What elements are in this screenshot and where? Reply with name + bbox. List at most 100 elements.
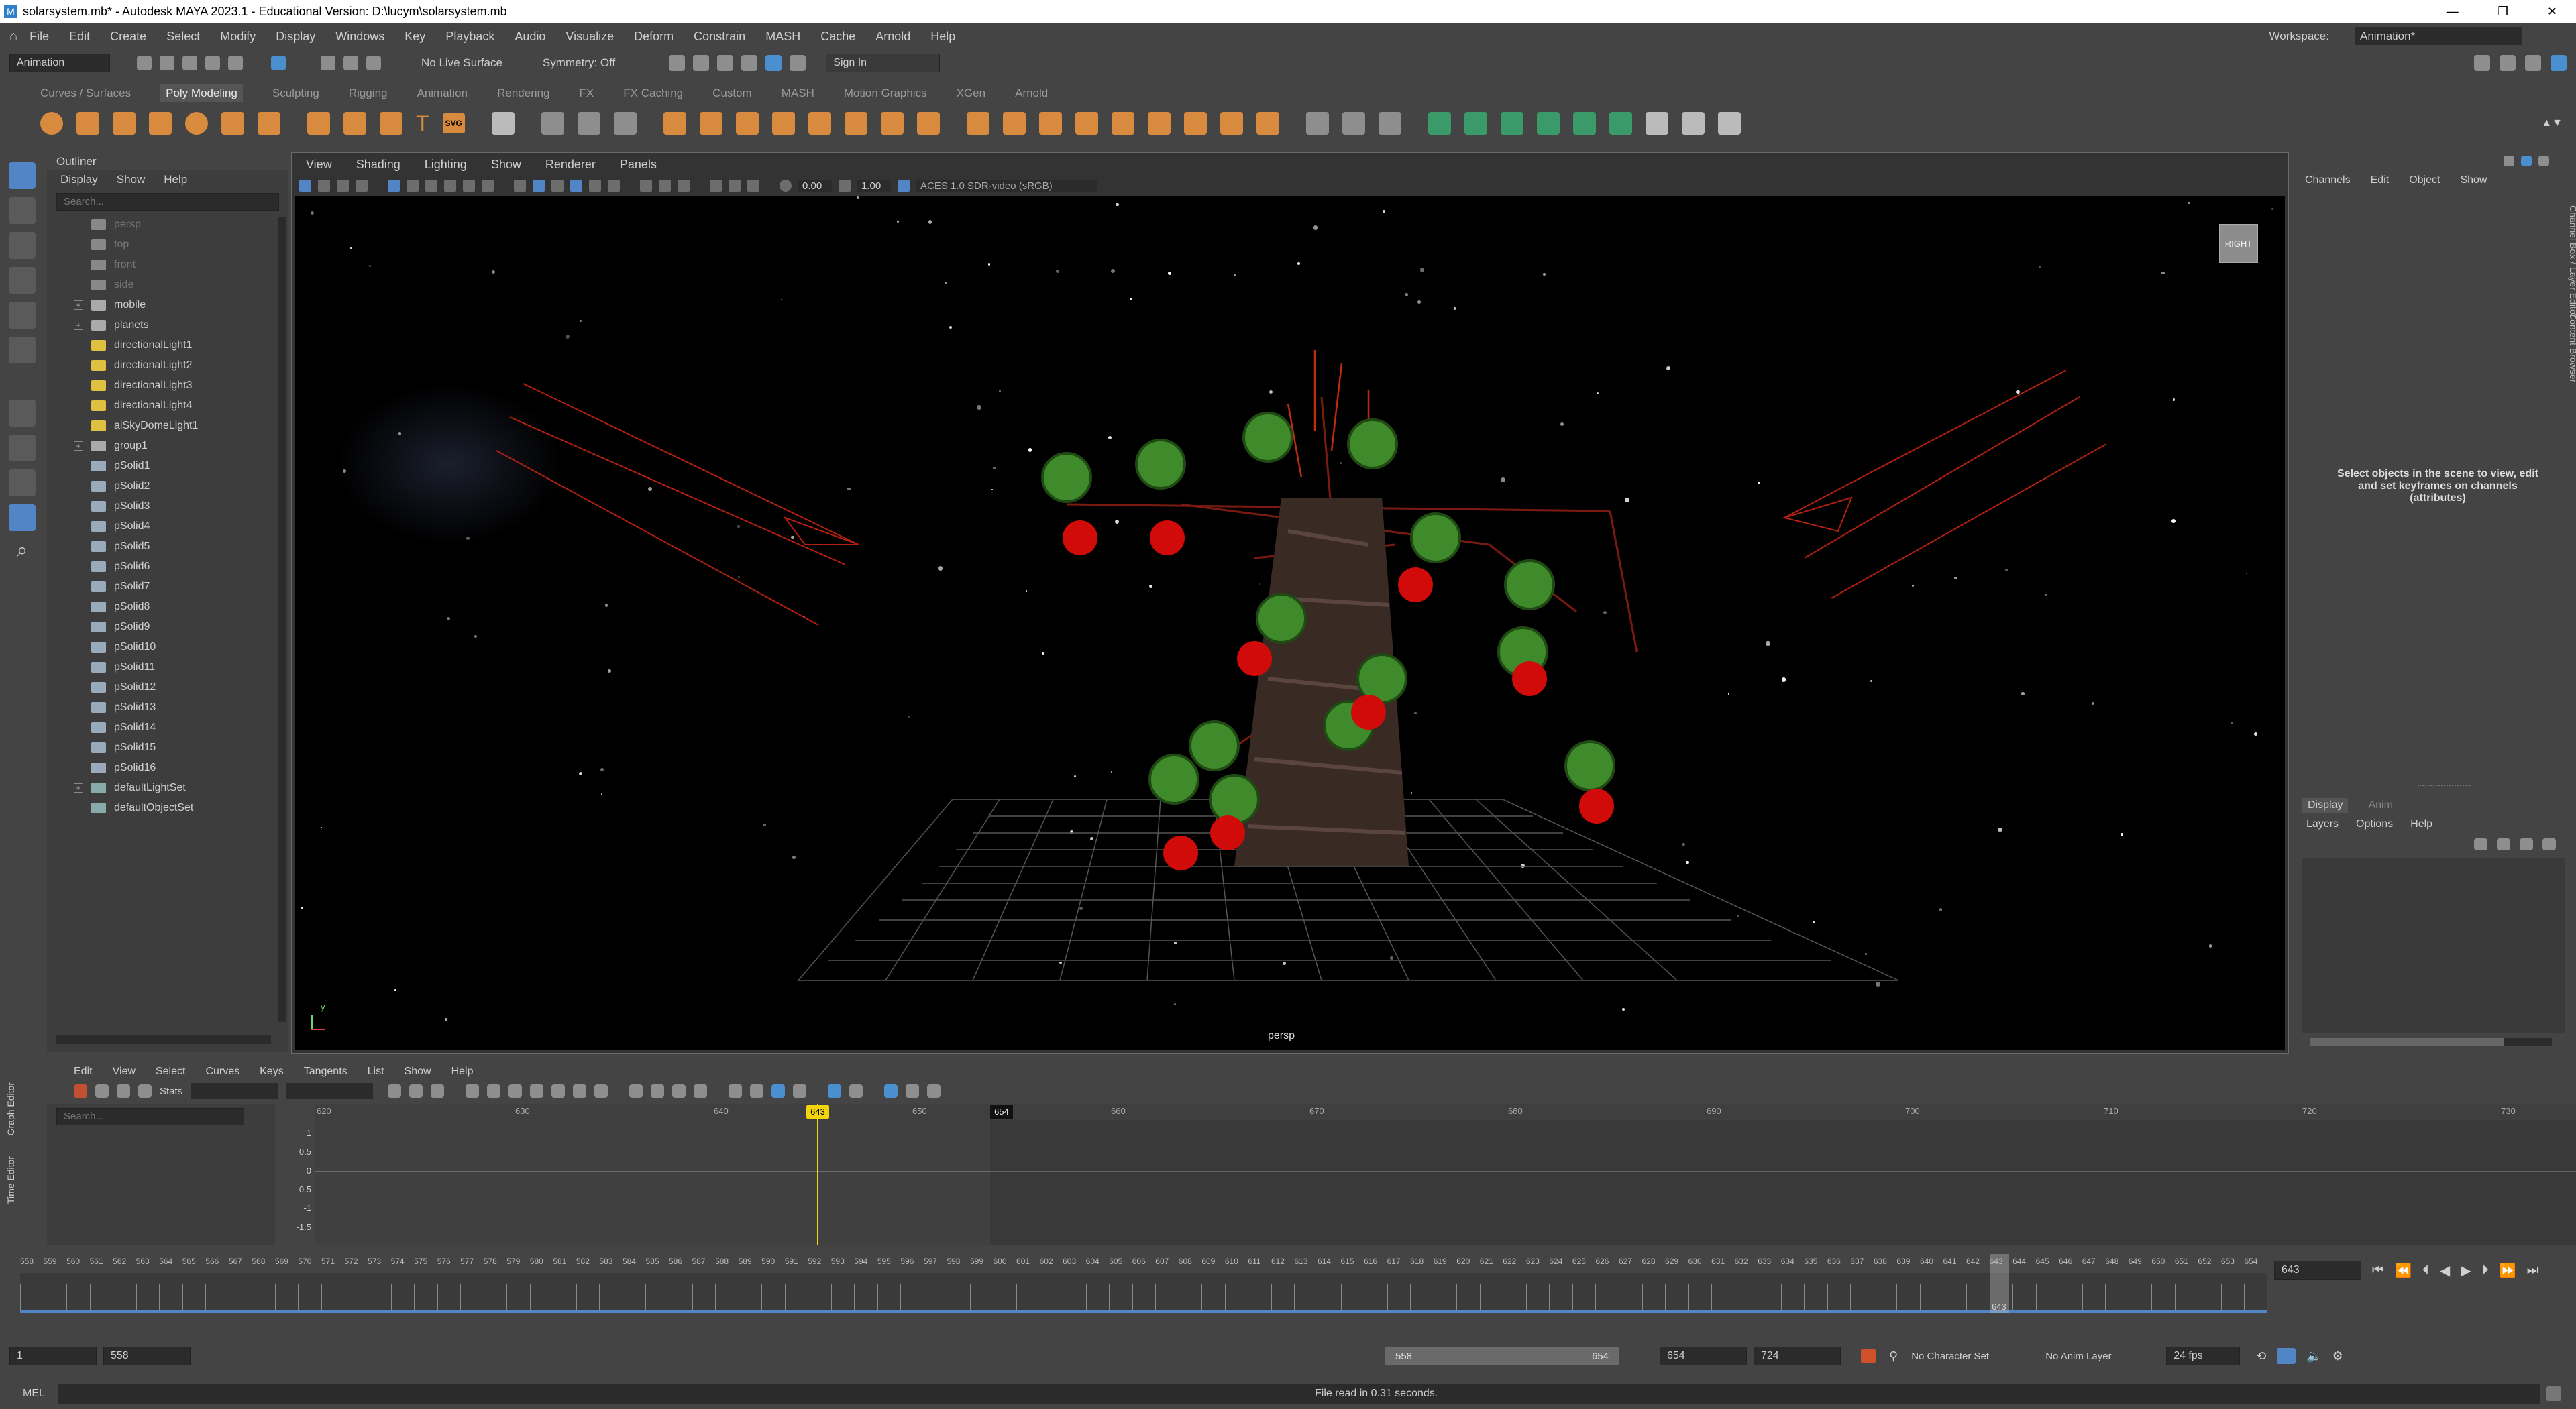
command-input[interactable] <box>58 1384 1292 1404</box>
menu-select[interactable]: Select <box>166 30 200 44</box>
outliner-item[interactable]: side <box>47 275 288 295</box>
graph-menu-keys[interactable]: Keys <box>260 1066 284 1078</box>
new-scene-icon[interactable] <box>137 56 152 70</box>
graph-menu-list[interactable]: List <box>368 1066 384 1078</box>
menu-arnold[interactable]: Arnold <box>875 30 910 44</box>
expand-toggle-icon[interactable]: + <box>74 321 83 330</box>
anim-layer-dropdown[interactable]: No Anim Layer <box>2045 1351 2159 1362</box>
symmetry-dropdown[interactable]: Symmetry: Off <box>543 56 615 70</box>
stats-field-value[interactable] <box>286 1083 374 1099</box>
outliner-item[interactable]: persp <box>47 215 288 235</box>
time-editor-vertical-tab[interactable]: Time Editor <box>5 1156 19 1204</box>
uv-checker-icon[interactable] <box>1645 112 1668 135</box>
image-plane-icon[interactable] <box>356 180 368 192</box>
poly-type-icon[interactable]: T <box>416 111 429 136</box>
lock-tangent-icon[interactable] <box>694 1084 708 1098</box>
animation-preferences-icon[interactable]: ⚙ <box>2332 1349 2343 1363</box>
layer-h-scrollbar[interactable] <box>2310 1038 2552 1046</box>
graph-canvas[interactable]: 620 630 640 650 660 670 680 690 700 710 720 730 1 0.… <box>297 1104 2576 1245</box>
camera-attributes-icon[interactable] <box>318 180 330 192</box>
shelf-tab-motion-graphics[interactable]: Motion Graphics <box>844 87 927 100</box>
uv-spherical-icon[interactable] <box>1500 112 1523 135</box>
single-perspective-layout-icon[interactable] <box>9 400 36 427</box>
outliner-item[interactable]: directionalLight1 <box>47 335 288 355</box>
svg-tool-icon[interactable]: SVG <box>442 113 465 133</box>
boolean-icon[interactable] <box>771 112 795 135</box>
workspace-dropdown[interactable]: Animation* <box>2355 27 2522 45</box>
outliner-item[interactable]: + defaultLightSet <box>47 778 288 798</box>
go-to-end-icon[interactable]: ⏭ <box>2527 1263 2539 1278</box>
attribute-editor-icon[interactable] <box>2500 55 2516 71</box>
poly-cone-icon[interactable] <box>149 112 172 135</box>
gate-mask-icon[interactable] <box>444 180 456 192</box>
outliner-item[interactable]: + group1 <box>47 436 288 456</box>
menu-visualize[interactable]: Visualize <box>566 30 614 44</box>
multi-cut-icon[interactable] <box>1305 112 1329 135</box>
channel-box-toggle-icon[interactable] <box>2551 55 2567 71</box>
select-mode-icon[interactable] <box>271 56 286 70</box>
auto-tangent-icon[interactable] <box>466 1084 480 1098</box>
color-space-dropdown[interactable]: ACES 1.0 SDR-video (sRGB) <box>916 180 1097 192</box>
wireframe-icon[interactable] <box>514 180 526 192</box>
step-forward-frame-icon[interactable]: ⏵ <box>2482 1263 2489 1278</box>
script-editor-icon[interactable] <box>2546 1386 2561 1401</box>
move-layer-down-icon[interactable] <box>2497 838 2510 850</box>
textured-icon[interactable] <box>570 180 582 192</box>
combine-icon[interactable] <box>663 112 686 135</box>
graph-menu-view[interactable]: View <box>113 1066 136 1078</box>
shadows-icon[interactable] <box>608 180 620 192</box>
render-frame-icon[interactable] <box>669 55 686 71</box>
play-backward-icon[interactable]: ◀ <box>2440 1262 2450 1279</box>
poly-star-icon[interactable] <box>343 112 366 135</box>
reduce-icon[interactable] <box>613 112 637 135</box>
outliner-menu-display[interactable]: Display <box>60 173 98 186</box>
render-sequence-icon[interactable] <box>693 55 710 71</box>
time-slider-current-frame[interactable]: 643 <box>1990 1254 2009 1313</box>
time-slider-ticks[interactable] <box>20 1273 2267 1310</box>
sculpt-icon[interactable] <box>577 112 600 135</box>
channel-box-toggle-b-icon[interactable] <box>2521 156 2532 166</box>
play-forward-icon[interactable]: ▶ <box>2461 1262 2471 1279</box>
curve-display-icon[interactable] <box>906 1084 920 1098</box>
outliner-item[interactable]: pSolid11 <box>47 657 288 677</box>
polygon-grid-icon[interactable] <box>491 112 515 135</box>
center-current-icon[interactable] <box>431 1084 445 1098</box>
menu-mash[interactable]: MASH <box>765 30 800 44</box>
extrude-icon[interactable] <box>966 112 989 135</box>
safe-action-icon[interactable] <box>482 180 494 192</box>
character-set-icon[interactable]: ⚲ <box>1889 1349 1898 1363</box>
flat-tangent-icon[interactable] <box>551 1084 566 1098</box>
expand-toggle-icon[interactable]: + <box>74 441 83 451</box>
save-scene-icon[interactable] <box>182 56 197 70</box>
layer-tab-anim[interactable]: Anim <box>2368 799 2392 811</box>
auto-load-icon[interactable] <box>884 1084 898 1098</box>
shelf-tab-custom[interactable]: Custom <box>712 87 752 100</box>
outliner-search-input[interactable]: Search... <box>56 193 279 211</box>
graph-search-input[interactable]: Search... <box>56 1108 244 1125</box>
hypershade-icon[interactable] <box>765 55 782 71</box>
close-button[interactable]: ✕ <box>2547 5 2557 19</box>
linear-tangent-icon[interactable] <box>530 1084 544 1098</box>
channel-menu-show[interactable]: Show <box>2460 174 2487 186</box>
bridge-icon[interactable] <box>916 112 940 135</box>
new-layer-selected-icon[interactable] <box>2542 838 2556 850</box>
shelf-tab-arnold[interactable]: Arnold <box>1015 87 1048 100</box>
undo-icon[interactable] <box>205 56 220 70</box>
menu-display[interactable]: Display <box>276 30 315 44</box>
outliner-item[interactable]: pSolid3 <box>47 496 288 516</box>
outliner-h-scrollbar[interactable] <box>56 1035 271 1044</box>
outliner-item[interactable]: defaultObjectSet <box>47 798 288 818</box>
viewport-menu-renderer[interactable]: Renderer <box>545 158 596 172</box>
shelf-tab-poly-modeling[interactable]: Poly Modeling <box>160 84 243 102</box>
uv-auto-icon[interactable] <box>1536 112 1560 135</box>
grid-toggle-icon[interactable] <box>388 180 400 192</box>
post-infinity-icon[interactable] <box>793 1084 807 1098</box>
menu-create[interactable]: Create <box>110 30 146 44</box>
layer-menu-help[interactable]: Help <box>2410 818 2432 830</box>
fill-hole-icon[interactable] <box>880 112 904 135</box>
merge-icon[interactable] <box>1220 112 1243 135</box>
shelf-tab-rendering[interactable]: Rendering <box>497 87 549 100</box>
collapse-icon[interactable] <box>1183 112 1207 135</box>
target-weld-icon[interactable] <box>1256 112 1279 135</box>
quad-draw-icon[interactable] <box>541 112 564 135</box>
